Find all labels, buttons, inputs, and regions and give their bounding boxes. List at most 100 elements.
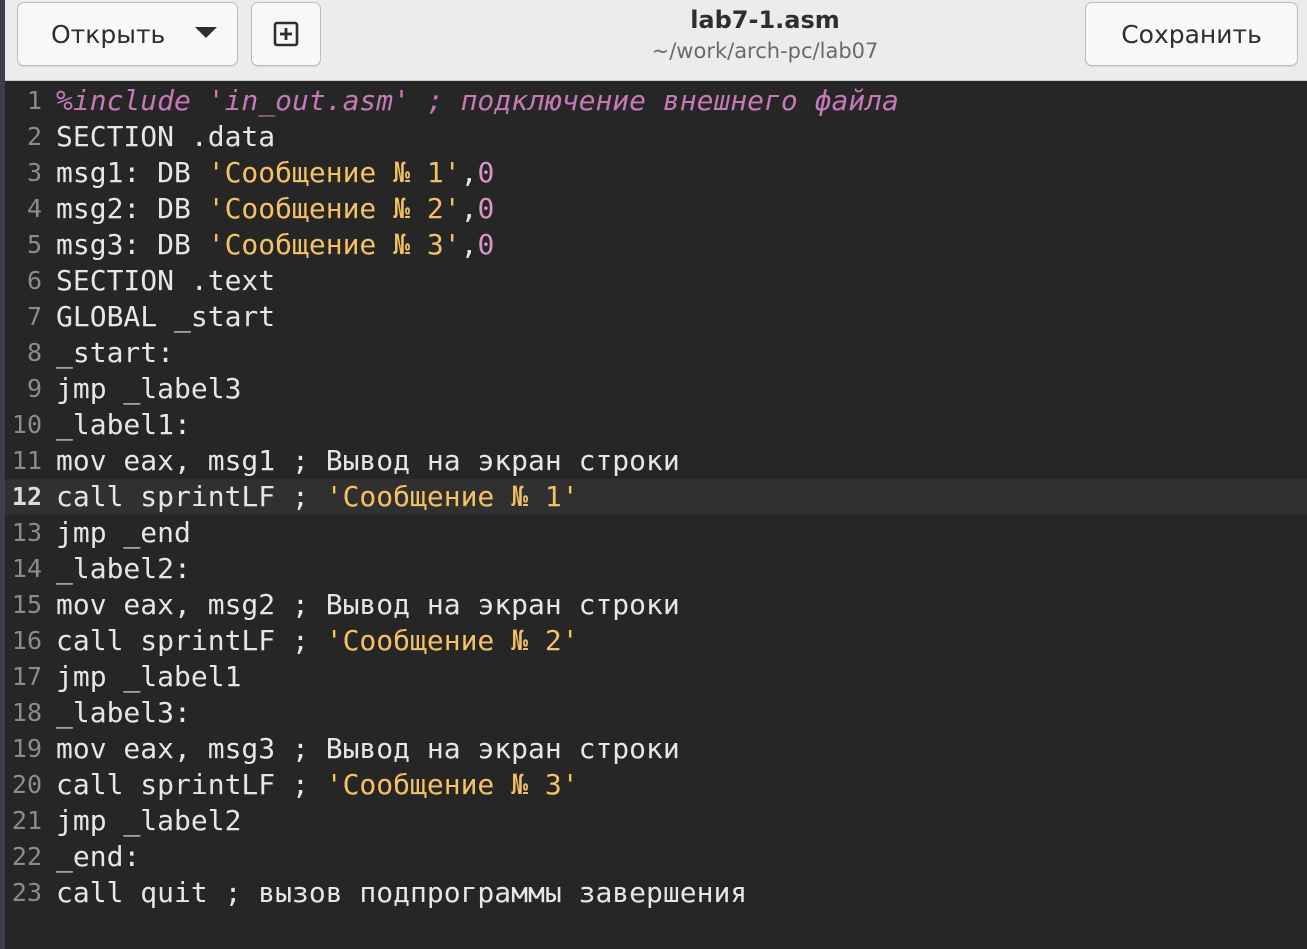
code-line[interactable]: 22 _end:	[5, 839, 1307, 875]
code-line[interactable]: 1 %include 'in_out.asm' ; подключение вне…	[5, 83, 1307, 119]
code-token: jmp _end	[56, 516, 191, 549]
code-token: 'Сообщение № 1'	[325, 480, 579, 513]
code-text: call sprintLF ; 'Сообщение № 3'	[56, 767, 579, 803]
code-token: GLOBAL _start	[56, 300, 276, 333]
code-token: ,	[460, 156, 478, 189]
header-bar: Открыть lab7-1.asm ~/work/arch-pc/lab07 …	[5, 0, 1307, 81]
code-text: _label1:	[56, 407, 191, 443]
line-number: 23	[11, 878, 42, 907]
save-button[interactable]: Сохранить	[1085, 2, 1298, 66]
code-line[interactable]: 23 call quit ; вызов подпрограммы заверше…	[5, 875, 1307, 911]
code-text: msg2: DB 'Сообщение № 2',0	[56, 191, 494, 227]
line-number: 8	[26, 338, 42, 367]
code-token: 'Сообщение № 2'	[207, 192, 461, 225]
code-line[interactable]: 19 mov eax, msg3 ; Вывод на экран строки	[5, 731, 1307, 767]
code-text: _label2:	[56, 551, 191, 587]
code-token: SECTION .text	[56, 264, 276, 297]
code-text: jmp _end	[56, 515, 191, 551]
code-line[interactable]: 21 jmp _label2	[5, 803, 1307, 839]
line-number: 10	[11, 410, 42, 439]
code-line[interactable]: 10 _label1:	[5, 407, 1307, 443]
code-line[interactable]: 14 _label2:	[5, 551, 1307, 587]
code-token: call quit ; вызов подпрограммы завершени…	[56, 876, 748, 909]
line-number: 7	[26, 302, 42, 331]
code-line[interactable]: 9 jmp _label3	[5, 371, 1307, 407]
line-number: 4	[26, 194, 42, 223]
line-number: 13	[11, 518, 42, 547]
code-token: _label1:	[56, 408, 191, 441]
code-editor[interactable]: 1 %include 'in_out.asm' ; подключение вне…	[5, 81, 1307, 949]
code-line[interactable]: 4 msg2: DB 'Сообщение № 2',0	[5, 191, 1307, 227]
line-number: 17	[11, 662, 42, 691]
code-line[interactable]: 20 call sprintLF ; 'Сообщение № 3'	[5, 767, 1307, 803]
code-token: %include 'in_out.asm' ; подключение внеш…	[56, 84, 899, 117]
save-button-label: Сохранить	[1121, 19, 1262, 49]
code-line[interactable]: 12 call sprintLF ; 'Сообщение № 1'	[5, 479, 1307, 515]
code-line[interactable]: 16 call sprintLF ; 'Сообщение № 2'	[5, 623, 1307, 659]
code-token: 0	[477, 156, 495, 189]
code-line[interactable]: 8 _start:	[5, 335, 1307, 371]
code-line[interactable]: 7 GLOBAL _start	[5, 299, 1307, 335]
code-token: ,	[460, 228, 478, 261]
code-line[interactable]: 13 jmp _end	[5, 515, 1307, 551]
code-token: call sprintLF ;	[56, 480, 326, 513]
new-tab-icon	[273, 21, 299, 47]
line-number: 19	[11, 734, 42, 763]
file-title: lab7-1.asm	[690, 6, 840, 34]
line-number: 22	[11, 842, 42, 871]
code-token: 'Сообщение № 2'	[325, 624, 579, 657]
line-number: 12	[11, 482, 42, 511]
code-text: SECTION .text	[56, 263, 275, 299]
code-line[interactable]: 18 _label3:	[5, 695, 1307, 731]
line-number: 2	[26, 122, 42, 151]
code-line[interactable]: 3 msg1: DB 'Сообщение № 1',0	[5, 155, 1307, 191]
code-text: call quit ; вызов подпрограммы завершени…	[56, 875, 747, 911]
code-text: msg1: DB 'Сообщение № 1',0	[56, 155, 494, 191]
code-line[interactable]: 2 SECTION .data	[5, 119, 1307, 155]
code-text: mov eax, msg2 ; Вывод на экран строки	[56, 587, 680, 623]
line-number: 15	[11, 590, 42, 619]
code-line[interactable]: 17 jmp _label1	[5, 659, 1307, 695]
line-number: 20	[11, 770, 42, 799]
code-text: _start:	[56, 335, 174, 371]
code-token: call sprintLF ;	[56, 768, 326, 801]
code-token: 0	[477, 228, 495, 261]
line-number: 11	[11, 446, 42, 475]
code-text: _label3:	[56, 695, 191, 731]
line-number: 21	[11, 806, 42, 835]
code-token: jmp _label2	[56, 804, 242, 837]
code-token: jmp _label3	[56, 372, 242, 405]
code-token: 'Сообщение № 3'	[325, 768, 579, 801]
code-text: call sprintLF ; 'Сообщение № 1'	[56, 479, 579, 515]
code-token: call sprintLF ;	[56, 624, 326, 657]
code-token: mov eax, msg1 ; Вывод на экран строки	[56, 444, 680, 477]
code-line[interactable]: 5 msg3: DB 'Сообщение № 3',0	[5, 227, 1307, 263]
open-button[interactable]: Открыть	[17, 2, 238, 66]
code-line[interactable]: 6 SECTION .text	[5, 263, 1307, 299]
file-path: ~/work/arch-pc/lab07	[651, 39, 879, 63]
new-tab-button[interactable]	[251, 2, 321, 66]
code-line[interactable]: 15 mov eax, msg2 ; Вывод на экран строки	[5, 587, 1307, 623]
code-token: msg2: DB	[56, 192, 208, 225]
title-block: lab7-1.asm ~/work/arch-pc/lab07	[565, 4, 965, 66]
code-text: _end:	[56, 839, 140, 875]
code-text: SECTION .data	[56, 119, 275, 155]
code-text: jmp _label2	[56, 803, 241, 839]
line-number: 3	[26, 158, 42, 187]
code-token: jmp _label1	[56, 660, 242, 693]
code-text: call sprintLF ; 'Сообщение № 2'	[56, 623, 579, 659]
code-token: _label2:	[56, 552, 191, 585]
code-text: mov eax, msg3 ; Вывод на экран строки	[56, 731, 680, 767]
code-token: SECTION .data	[56, 120, 276, 153]
open-button-label: Открыть	[51, 19, 166, 49]
code-token: msg3: DB	[56, 228, 208, 261]
code-line[interactable]: 11 mov eax, msg1 ; Вывод на экран строки	[5, 443, 1307, 479]
code-token: 'Сообщение № 3'	[207, 228, 461, 261]
code-token: 0	[477, 192, 495, 225]
code-text: mov eax, msg1 ; Вывод на экран строки	[56, 443, 680, 479]
code-text: jmp _label3	[56, 371, 241, 407]
code-text: GLOBAL _start	[56, 299, 275, 335]
code-text: jmp _label1	[56, 659, 241, 695]
chevron-down-icon	[195, 27, 217, 38]
line-number: 16	[11, 626, 42, 655]
